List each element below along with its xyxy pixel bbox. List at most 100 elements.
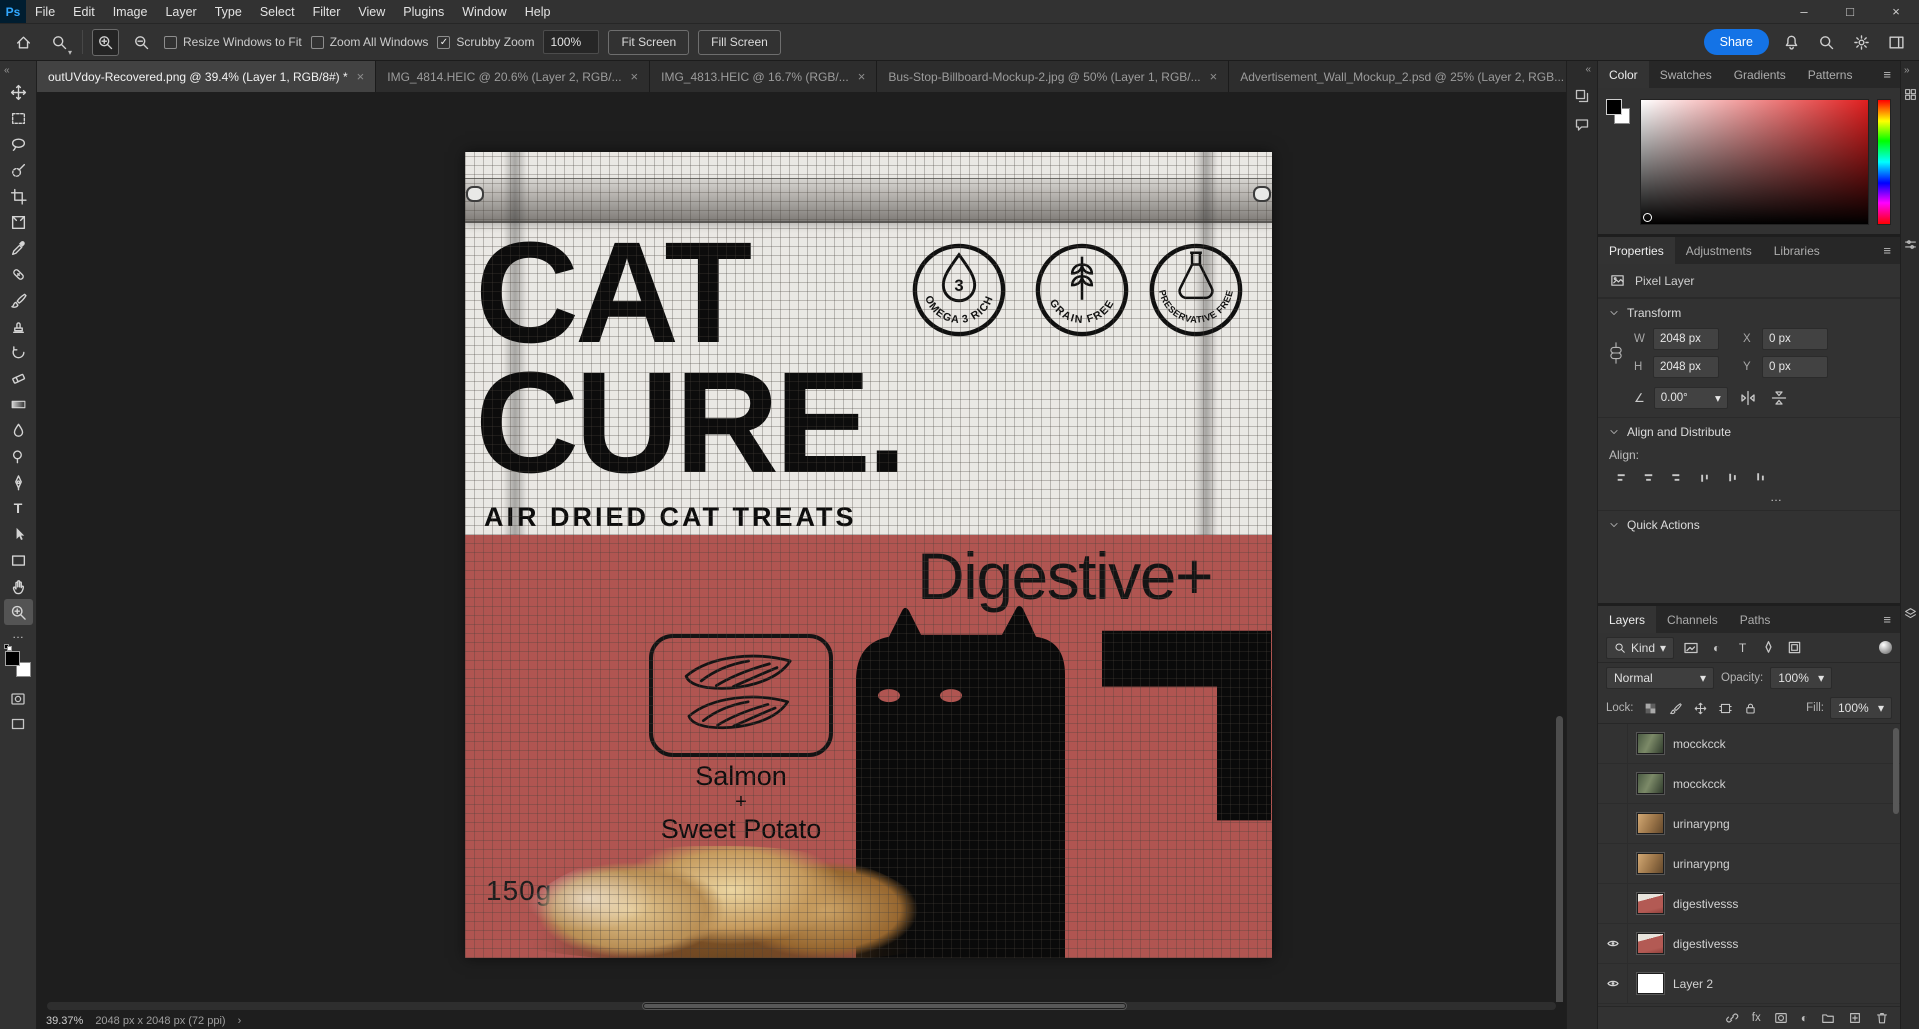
- filter-pixel-layers-icon[interactable]: [1681, 638, 1700, 657]
- layer-effects-icon[interactable]: fx: [1752, 1012, 1761, 1024]
- zoom-all-windows-checkbox[interactable]: Zoom All Windows: [310, 35, 428, 49]
- menu-file[interactable]: File: [26, 0, 64, 23]
- share-button[interactable]: Share: [1703, 29, 1769, 55]
- status-zoom-level[interactable]: 39.37%: [46, 1015, 83, 1027]
- move-tool[interactable]: [4, 79, 33, 105]
- spot-healing-brush-tool[interactable]: [4, 261, 33, 287]
- search-icon[interactable]: [1813, 29, 1839, 55]
- layer-row-mocckcck-2[interactable]: mocckcck: [1598, 764, 1900, 804]
- tab-properties[interactable]: Properties: [1598, 237, 1675, 264]
- tab-patterns[interactable]: Patterns: [1797, 61, 1864, 88]
- menu-type[interactable]: Type: [206, 0, 251, 23]
- add-layer-mask-icon[interactable]: [1774, 1011, 1788, 1025]
- menu-plugins[interactable]: Plugins: [394, 0, 453, 23]
- align-section-header[interactable]: Align and Distribute: [1598, 417, 1900, 445]
- new-adjustment-layer-icon[interactable]: ◐: [1801, 1011, 1808, 1025]
- fill-screen-button[interactable]: Fill Screen: [698, 29, 781, 55]
- rotation-angle-input[interactable]: 0.00° ▾: [1653, 387, 1728, 409]
- document-tab-5[interactable]: Advertisement_Wall_Mockup_2.psd @ 25% (L…: [1229, 61, 1566, 92]
- layer-row-urinarypng-1[interactable]: urinarypng: [1598, 804, 1900, 844]
- version-history-panel-icon[interactable]: [1574, 88, 1590, 104]
- document-tab-4[interactable]: Bus-Stop-Billboard-Mockup-2.jpg @ 50% (L…: [877, 61, 1230, 92]
- foreground-color-swatch[interactable]: [1606, 99, 1622, 115]
- edit-toolbar-ellipsis[interactable]: …: [12, 625, 24, 643]
- type-tool[interactable]: T: [4, 495, 33, 521]
- visibility-toggle[interactable]: [1598, 724, 1628, 763]
- crop-tool[interactable]: [4, 183, 33, 209]
- collapsed-layers-panel-icon[interactable]: [1903, 606, 1918, 621]
- frame-tool[interactable]: [4, 209, 33, 235]
- tab-swatches[interactable]: Swatches: [1649, 61, 1723, 88]
- visibility-toggle[interactable]: [1598, 964, 1628, 1003]
- lasso-tool[interactable]: [4, 131, 33, 157]
- layer-thumbnail[interactable]: [1636, 772, 1665, 795]
- kind-filter-dropdown[interactable]: Kind ▾: [1606, 636, 1675, 659]
- canvas-viewport[interactable]: CAT CURE. AIR DRIED CAT TREATS 3 OMEGA 3…: [37, 92, 1566, 1002]
- vertical-scrollbar[interactable]: [1556, 716, 1563, 1002]
- zoom-out-button[interactable]: [128, 29, 155, 56]
- layer-thumbnail[interactable]: [1636, 972, 1665, 995]
- flip-vertical-button[interactable]: [1768, 388, 1790, 408]
- maximize-button[interactable]: □: [1827, 0, 1873, 23]
- x-input[interactable]: 0 px: [1762, 328, 1828, 350]
- home-button[interactable]: [10, 29, 37, 56]
- opacity-dropdown[interactable]: 100% ▾: [1770, 667, 1833, 689]
- settings-gear-icon[interactable]: [1848, 29, 1874, 55]
- collapsed-color-panel-icon[interactable]: [1903, 87, 1918, 102]
- menu-view[interactable]: View: [349, 0, 394, 23]
- align-right-button[interactable]: [1665, 467, 1687, 487]
- menu-edit[interactable]: Edit: [64, 0, 104, 23]
- visibility-toggle[interactable]: [1598, 764, 1628, 803]
- brush-tool[interactable]: [4, 287, 33, 313]
- document-tab-1[interactable]: outUVdoy-Recovered.png @ 39.4% (Layer 1,…: [37, 61, 377, 92]
- visibility-toggle[interactable]: [1598, 924, 1628, 963]
- clone-stamp-tool[interactable]: [4, 313, 33, 339]
- color-picker-handle[interactable]: [1643, 213, 1652, 222]
- link-dimensions-icon[interactable]: [1609, 340, 1623, 366]
- minimize-button[interactable]: –: [1781, 0, 1827, 23]
- layer-thumbnail[interactable]: [1636, 892, 1665, 915]
- foreground-background-swatches[interactable]: [4, 644, 31, 677]
- delete-layer-icon[interactable]: [1875, 1011, 1889, 1025]
- default-colors-icon[interactable]: [4, 644, 13, 651]
- align-center-vertical-button[interactable]: [1721, 467, 1743, 487]
- close-icon[interactable]: ×: [858, 69, 866, 84]
- filter-toggle-sphere[interactable]: [1879, 641, 1892, 654]
- panel-menu-icon[interactable]: ≡: [1874, 61, 1900, 88]
- blend-mode-dropdown[interactable]: Normal ▾: [1606, 667, 1714, 689]
- tab-libraries[interactable]: Libraries: [1763, 237, 1831, 264]
- pen-tool[interactable]: [4, 469, 33, 495]
- layer-row-digestivesss-1[interactable]: digestivesss: [1598, 884, 1900, 924]
- dodge-tool[interactable]: [4, 443, 33, 469]
- tab-adjustments[interactable]: Adjustments: [1675, 237, 1763, 264]
- menu-select[interactable]: Select: [251, 0, 304, 23]
- status-menu-chevron[interactable]: ›: [238, 1015, 242, 1027]
- filter-type-layers-icon[interactable]: T: [1733, 638, 1752, 657]
- lock-position-icon[interactable]: [1692, 700, 1709, 717]
- transform-section-header[interactable]: Transform: [1598, 298, 1900, 326]
- zoom-in-button[interactable]: [92, 28, 119, 56]
- collapsed-properties-panel-icon[interactable]: [1903, 237, 1918, 252]
- collapse-dock-icon[interactable]: «: [1585, 64, 1597, 75]
- scrollbar-thumb[interactable]: [642, 1002, 1127, 1010]
- align-center-horizontal-button[interactable]: [1637, 467, 1659, 487]
- collapse-toolbar-icon[interactable]: «: [0, 64, 13, 79]
- fill-dropdown[interactable]: 100% ▾: [1830, 697, 1892, 719]
- menu-help[interactable]: Help: [516, 0, 560, 23]
- tab-channels[interactable]: Channels: [1656, 606, 1729, 633]
- new-group-icon[interactable]: [1821, 1011, 1835, 1025]
- menu-filter[interactable]: Filter: [304, 0, 350, 23]
- layer-thumbnail[interactable]: [1636, 852, 1665, 875]
- rectangular-marquee-tool[interactable]: [4, 105, 33, 131]
- menu-window[interactable]: Window: [453, 0, 515, 23]
- height-input[interactable]: 2048 px: [1653, 356, 1719, 378]
- horizontal-scrollbar[interactable]: [47, 1002, 1556, 1010]
- quick-actions-header[interactable]: Quick Actions: [1598, 510, 1900, 538]
- quick-selection-tool[interactable]: [4, 157, 33, 183]
- align-bottom-button[interactable]: [1749, 467, 1771, 487]
- hue-slider[interactable]: [1877, 99, 1891, 225]
- close-icon[interactable]: ×: [357, 69, 365, 84]
- hand-tool[interactable]: [4, 573, 33, 599]
- width-input[interactable]: 2048 px: [1653, 328, 1719, 350]
- saturation-brightness-field[interactable]: [1640, 99, 1869, 225]
